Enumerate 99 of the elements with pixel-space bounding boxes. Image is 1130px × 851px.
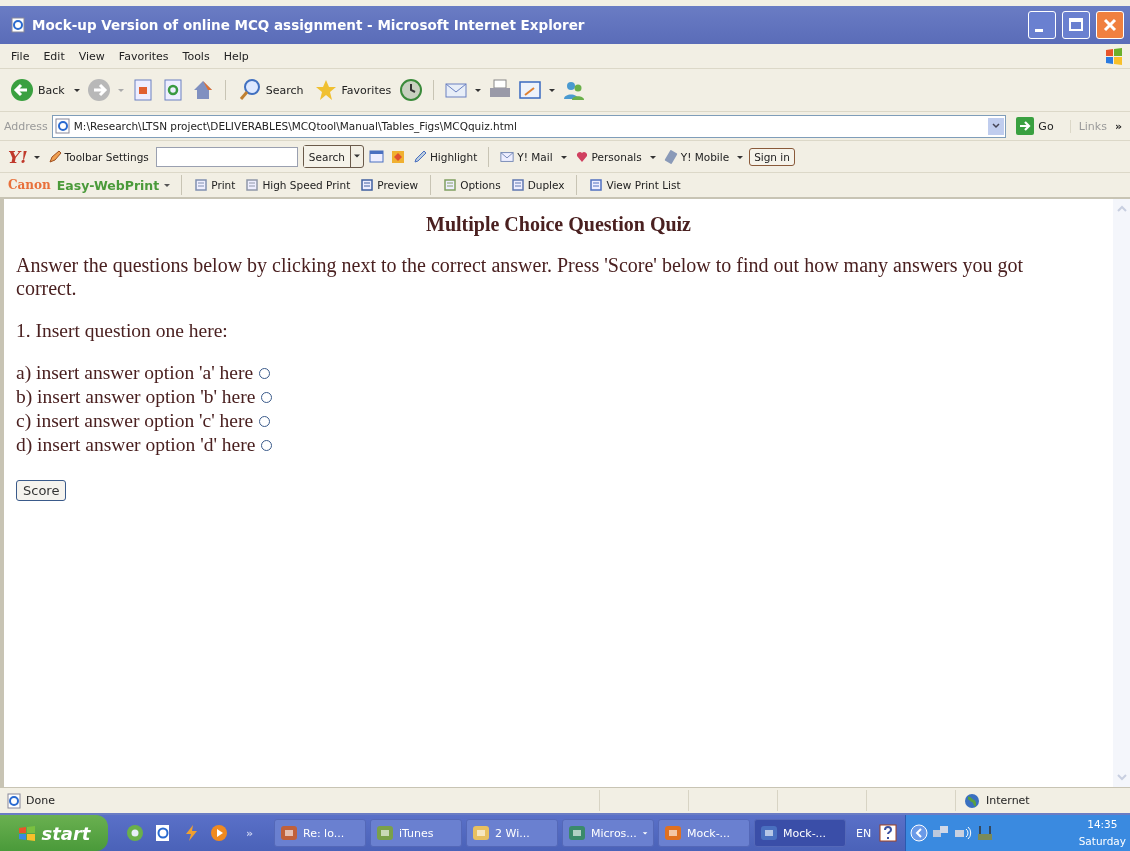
document-icon	[589, 178, 604, 192]
search-field[interactable]	[155, 146, 298, 167]
taskbar-button[interactable]: iTunes	[370, 819, 462, 847]
favorites-button[interactable]: Favorites	[311, 77, 394, 103]
heart-icon	[574, 149, 589, 164]
answer-option-text: a) insert answer option 'a' here	[16, 362, 254, 384]
caret-icon[interactable]	[548, 86, 557, 94]
chevron-button[interactable]: »	[1110, 119, 1126, 133]
radio-button[interactable]	[261, 439, 273, 451]
chevron-left-icon[interactable]	[910, 824, 929, 842]
windows-logo-icon	[17, 824, 36, 842]
address-label: Address	[4, 119, 48, 133]
search-icon	[237, 78, 262, 102]
caret-icon[interactable]	[72, 86, 81, 94]
window-icon[interactable]	[368, 148, 385, 165]
sign-in-button[interactable]: Sign in	[749, 147, 795, 166]
address-field[interactable]: M:\Research\LTSN project\DELIVERABLES\MCQtool\Manual\Tables_Figs\MCQquiz.html	[51, 114, 1007, 138]
app-icon	[664, 824, 682, 842]
globe-icon	[964, 792, 980, 809]
question-text: 1. Insert question one here:	[16, 320, 229, 342]
search-button[interactable]: Search	[235, 77, 306, 103]
personals-button[interactable]: Personals	[572, 148, 644, 165]
go-button[interactable]: Go	[1014, 116, 1056, 136]
app-icon	[472, 824, 490, 842]
taskbar-button[interactable]: Mock-...	[658, 819, 750, 847]
phone-icon	[663, 149, 678, 164]
menu-item[interactable]: File	[6, 47, 35, 65]
taskbar-button[interactable]: Micros...	[562, 819, 654, 847]
radio-button[interactable]	[259, 415, 271, 427]
minimize-button[interactable]	[1028, 11, 1056, 39]
clock-time: 14:35	[1087, 817, 1118, 832]
highlighter-icon	[412, 149, 427, 164]
print-toolbar-button[interactable]: Print	[192, 177, 238, 193]
taskbar-button[interactable]: Mock-...	[754, 819, 846, 847]
app-icon	[280, 824, 298, 842]
app-icon	[568, 824, 586, 842]
browser-icon	[10, 17, 26, 33]
caret-icon	[163, 181, 172, 189]
menu-item[interactable]: Favorites	[113, 47, 174, 65]
maximize-button[interactable]	[1062, 11, 1090, 39]
page-icon	[54, 118, 71, 134]
taskbar-button[interactable]: 2 Wi...	[466, 819, 558, 847]
document-icon	[510, 178, 525, 192]
security-zone-text: Internet	[986, 794, 1030, 807]
menu-item[interactable]: Help	[218, 47, 254, 65]
edit-icon[interactable]	[518, 78, 543, 102]
envelope-icon	[500, 149, 515, 164]
radio-button[interactable]	[261, 391, 273, 403]
search-button[interactable]: Search	[303, 146, 351, 167]
canon-logo: Canon	[8, 178, 51, 192]
document-icon	[245, 178, 260, 192]
router-icon[interactable]	[976, 824, 995, 842]
quiz-heading: Multiple Choice Question Quiz	[425, 213, 692, 236]
wireless-icon[interactable]	[954, 824, 973, 842]
document-icon	[443, 178, 458, 192]
taskbar-button[interactable]: Re: lo...	[274, 819, 366, 847]
instructions-text: Answer the questions below by clicking next to the correct answer. Press 'Score' below to find out how many answers you got correct.	[16, 254, 1024, 300]
help-icon[interactable]	[879, 824, 898, 842]
menu-item[interactable]: Edit	[38, 47, 70, 65]
language-indicator[interactable]: EN	[856, 826, 872, 840]
radio-button[interactable]	[259, 367, 271, 379]
yahoo-logo[interactable]: Y!	[8, 146, 28, 167]
status-text: Done	[26, 794, 55, 807]
mail-button[interactable]: Y! Mail	[498, 148, 555, 165]
menu-item[interactable]: View	[73, 47, 110, 65]
menu-item[interactable]: Tools	[177, 47, 215, 65]
app-icon	[376, 824, 394, 842]
arrow-right-icon	[1016, 117, 1035, 135]
windows-logo-icon	[1104, 46, 1124, 66]
mobile-button[interactable]: Y! Mobile	[661, 148, 732, 165]
print-toolbar-button[interactable]: Duplex	[508, 177, 567, 193]
close-button[interactable]	[1096, 11, 1124, 39]
back-button[interactable]: Back	[8, 77, 67, 103]
page-icon	[6, 792, 22, 809]
app-icon	[760, 824, 778, 842]
pencil-icon	[47, 149, 62, 164]
print-toolbar-button[interactable]: Options	[441, 177, 503, 193]
media-icon[interactable]	[210, 824, 228, 842]
print-toolbar-button[interactable]: View Print List	[587, 177, 683, 193]
history-clock-icon[interactable]	[399, 78, 424, 102]
score-button[interactable]: Score	[16, 480, 67, 501]
browser-icon[interactable]	[154, 824, 172, 842]
highlight-button[interactable]: Highlight	[410, 148, 480, 165]
answer-option-text: b) insert answer option 'b' here	[16, 386, 256, 408]
window-title: Mock-up Version of online MCQ assignment - Microsoft Internet Explorer	[32, 17, 585, 33]
media-player-icon[interactable]	[126, 824, 144, 842]
answer-option-text: c) insert answer option 'c' here	[16, 410, 254, 432]
clock-day: Saturday	[1078, 833, 1126, 850]
chevron-down-icon[interactable]	[992, 122, 1001, 130]
answer-option-text: d) insert answer option 'd' here	[16, 434, 256, 456]
arrow-left-icon	[10, 78, 34, 102]
toolbar-settings-button[interactable]: Toolbar Settings	[45, 148, 151, 165]
caret-icon[interactable]	[474, 86, 483, 94]
document-icon	[360, 178, 375, 192]
caret-icon	[641, 829, 648, 837]
print-toolbar-button[interactable]: Preview	[358, 177, 421, 193]
minimize-icon	[1035, 28, 1043, 32]
document-icon	[194, 178, 209, 192]
print-toolbar-button[interactable]: High Speed Print	[243, 177, 353, 193]
